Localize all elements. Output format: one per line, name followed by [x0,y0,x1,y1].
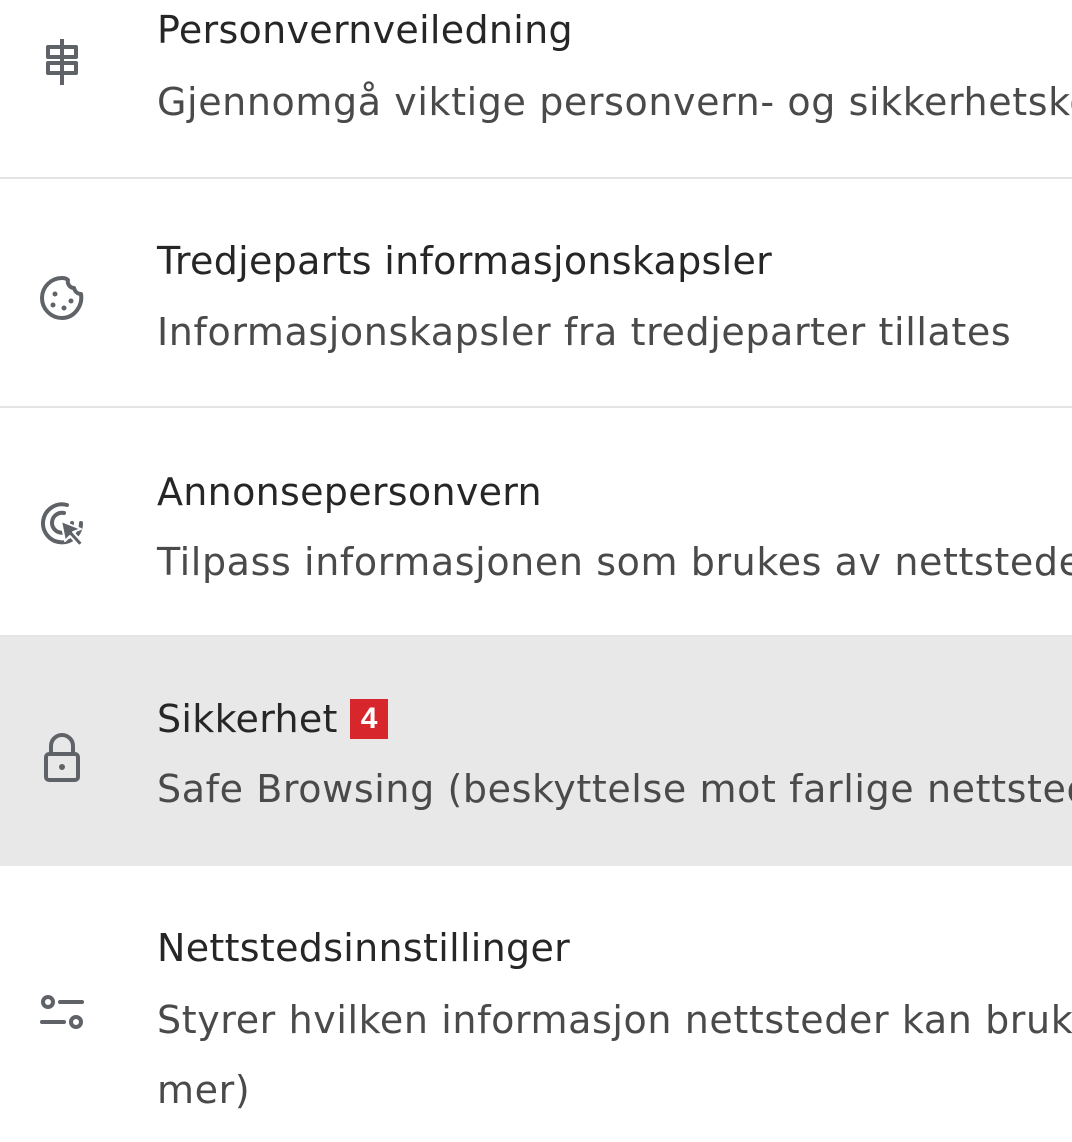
lock-icon [34,730,90,786]
privacy-security-settings-list: Personvernveiledning Gjennomgå viktige p… [0,0,1072,1142]
row-title: Sikkerhet 4 [157,695,389,743]
ad-target-cursor-icon [34,496,90,552]
settings-row-ad-privacy[interactable]: Annonsepersonvern Tilpass informasjonen … [0,408,1072,635]
row-subtitle: Tilpass informasjonen som brukes av nett… [157,540,1072,584]
settings-row-site-settings[interactable]: Nettstedsinnstillinger Styrer hvilken in… [0,866,1072,1142]
settings-row-third-party-cookies[interactable]: Tredjeparts informasjonskapsler Informas… [0,179,1072,406]
row-title: Nettstedsinnstillinger [157,926,571,970]
settings-row-privacy-guide[interactable]: Personvernveiledning Gjennomgå viktige p… [0,0,1072,177]
row-subtitle: Informasjonskapsler fra tredjeparter til… [157,310,1012,354]
row-title: Tredjeparts informasjonskapsler [157,239,773,283]
row-title-text: Sikkerhet [157,697,338,741]
signpost-icon [34,34,90,90]
row-title: Personvernveiledning [157,8,573,52]
row-subtitle: Gjennomgå viktige personvern- og sikkerh… [157,80,1072,124]
row-subtitle: Safe Browsing (beskyttelse mot farlige n… [157,767,1072,811]
cookie-icon [34,270,90,326]
settings-row-security[interactable]: Sikkerhet 4 Safe Browsing (beskyttelse mo… [0,637,1072,866]
annotation-number-badge: 4 [349,699,389,739]
sliders-icon [34,984,90,1040]
row-subtitle-line2: mer) [157,1068,251,1112]
row-subtitle: Styrer hvilken informasjon nettsteder ka… [157,998,1072,1042]
row-title: Annonsepersonvern [157,470,542,514]
